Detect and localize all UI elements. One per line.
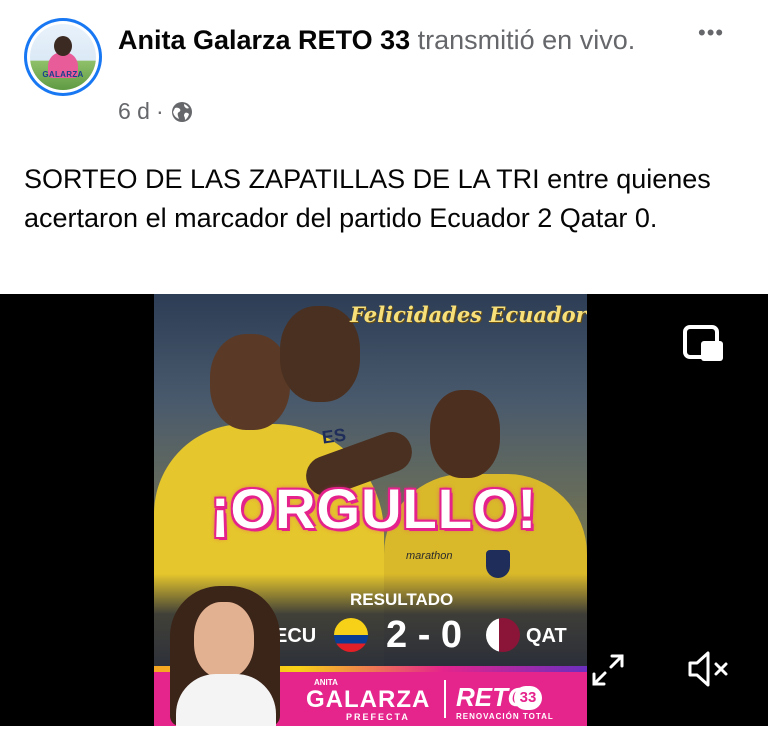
brand-role: PREFECTA bbox=[346, 712, 410, 722]
post-action: transmitió en vivo. bbox=[417, 25, 636, 55]
reto-number-badge: 33 bbox=[514, 686, 542, 710]
post-timestamp[interactable]: 6 d bbox=[118, 98, 150, 125]
orgullo-headline: ¡ORGULLO! bbox=[210, 477, 538, 540]
reto-tagline: RENOVACIÓN TOTAL bbox=[456, 712, 554, 721]
score-row: ECU 2 - 0 QAT bbox=[264, 612, 584, 662]
fullscreen-expand-icon[interactable] bbox=[590, 652, 626, 688]
player-left-head bbox=[210, 334, 290, 430]
post-header-line: Anita Galarza RETO 33 transmitió en vivo… bbox=[118, 22, 698, 59]
author-name[interactable]: Anita Galarza RETO 33 bbox=[118, 25, 410, 55]
team-right: QAT bbox=[526, 625, 567, 647]
candidate-face bbox=[194, 602, 254, 678]
player-center-head bbox=[280, 306, 360, 402]
globe-icon bbox=[170, 100, 194, 124]
avatar-person-head bbox=[54, 36, 72, 56]
picture-in-picture-icon[interactable] bbox=[682, 324, 726, 364]
match-score: 2 - 0 bbox=[386, 614, 463, 656]
jersey-text: ES bbox=[320, 424, 348, 448]
team-left: ECU bbox=[274, 625, 317, 647]
post-meta: 6 d · bbox=[118, 98, 194, 125]
brand-last-name: GALARZA bbox=[306, 686, 431, 713]
sponsor-text: marathon bbox=[406, 550, 453, 562]
profile-avatar[interactable]: GALARZA bbox=[24, 18, 102, 96]
brand-divider bbox=[444, 680, 446, 718]
player-right-head bbox=[430, 390, 500, 478]
avatar-label: GALARZA bbox=[42, 70, 84, 79]
more-options-icon[interactable]: ••• bbox=[698, 20, 724, 46]
ecuador-flag-icon bbox=[334, 618, 368, 652]
post-text: SORTEO DE LAS ZAPATILLAS DE LA TRI entre… bbox=[24, 164, 711, 233]
muted-speaker-icon[interactable] bbox=[686, 648, 732, 690]
result-label: RESULTADO bbox=[350, 590, 454, 609]
candidate-blouse bbox=[176, 674, 276, 726]
avatar-ring: GALARZA bbox=[27, 21, 99, 93]
meta-separator: · bbox=[155, 98, 164, 124]
qatar-flag-icon bbox=[486, 618, 520, 652]
avatar-image: GALARZA bbox=[30, 24, 96, 90]
felicidades-heading: Felicidades Ecuador bbox=[350, 302, 587, 327]
headline-wrapper: ¡ORGULLO! bbox=[194, 476, 554, 541]
video-thumbnail[interactable]: ES marathon Felicidades Ecuador ¡ORGULLO… bbox=[154, 294, 587, 726]
